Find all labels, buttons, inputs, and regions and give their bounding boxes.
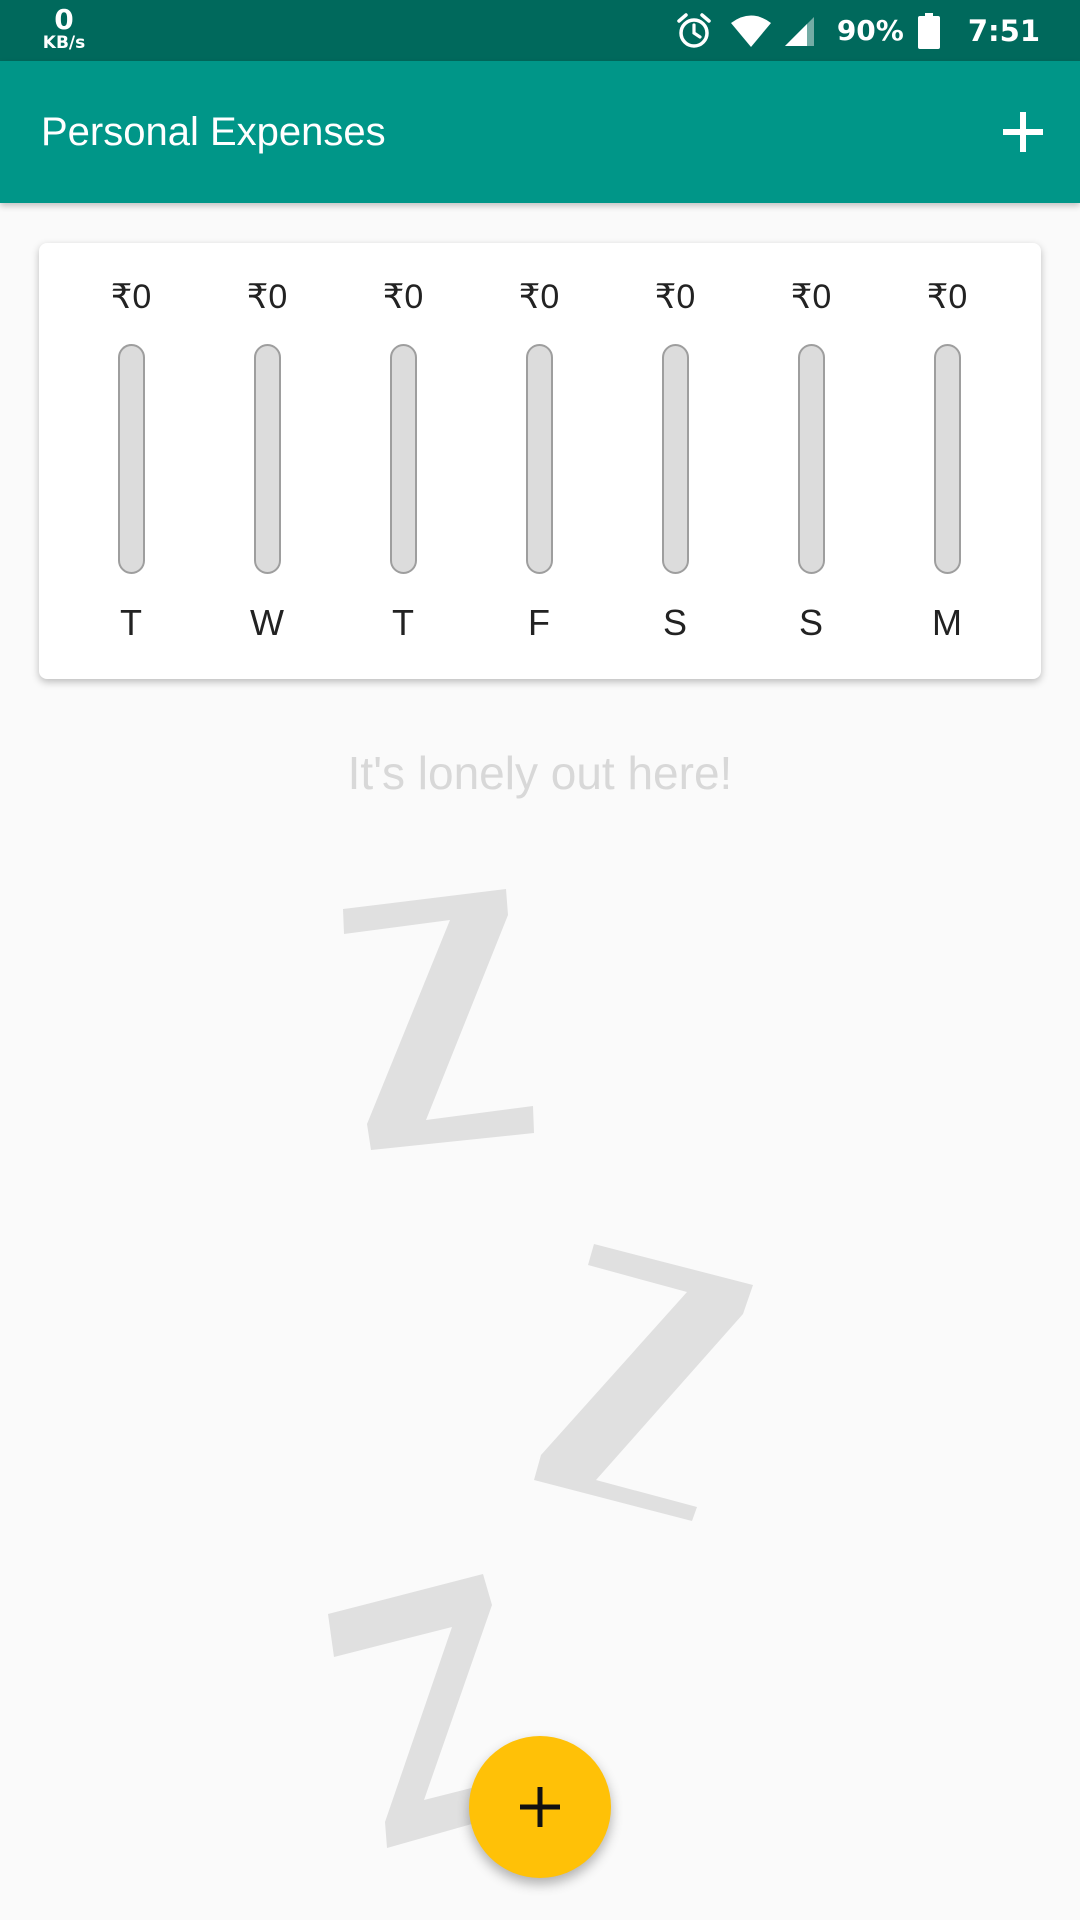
- plus-icon: [1003, 112, 1043, 152]
- plus-icon: [520, 1787, 560, 1827]
- add-expense-button[interactable]: [988, 97, 1058, 167]
- app-bar: Personal Expenses: [0, 61, 1080, 203]
- add-expense-fab[interactable]: [469, 1736, 611, 1878]
- sleeping-zzz-icon: [328, 889, 753, 1848]
- app-screen: 0 KB/s 90% 7:51 Personal Expenses ₹0 T ₹…: [0, 0, 1080, 1920]
- app-title: Personal Expenses: [41, 110, 386, 154]
